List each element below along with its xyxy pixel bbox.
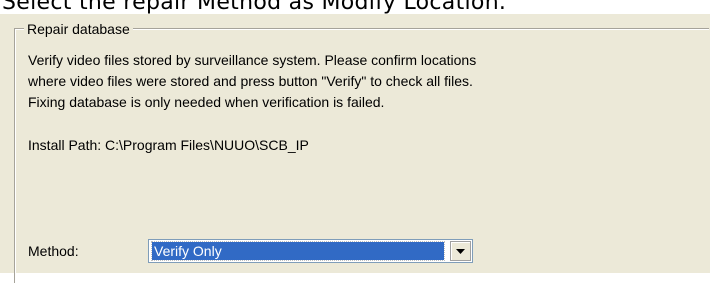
caption-text: Select the repair Method as Modify Locat… — [2, 0, 507, 14]
dialog-area: Repair database Verify video files store… — [0, 14, 710, 283]
description-line: where video files were stored and press … — [28, 73, 473, 89]
description-line: Fixing database is only needed when veri… — [28, 94, 385, 110]
chevron-down-icon — [456, 249, 465, 254]
method-dropdown[interactable]: Verify Only — [148, 239, 473, 263]
description-line: Verify video files stored by surveillanc… — [28, 52, 477, 68]
method-label: Method: — [28, 243, 79, 259]
groupbox-title: Repair database — [24, 21, 133, 37]
caption-strip: Select the repair Method as Modify Locat… — [0, 0, 710, 14]
install-path-text: Install Path: C:\Program Files\NUUO\SCB_… — [28, 137, 309, 153]
description: Verify video files stored by surveillanc… — [28, 50, 476, 113]
method-selected-value[interactable]: Verify Only — [151, 241, 445, 261]
dropdown-button[interactable] — [450, 241, 471, 261]
